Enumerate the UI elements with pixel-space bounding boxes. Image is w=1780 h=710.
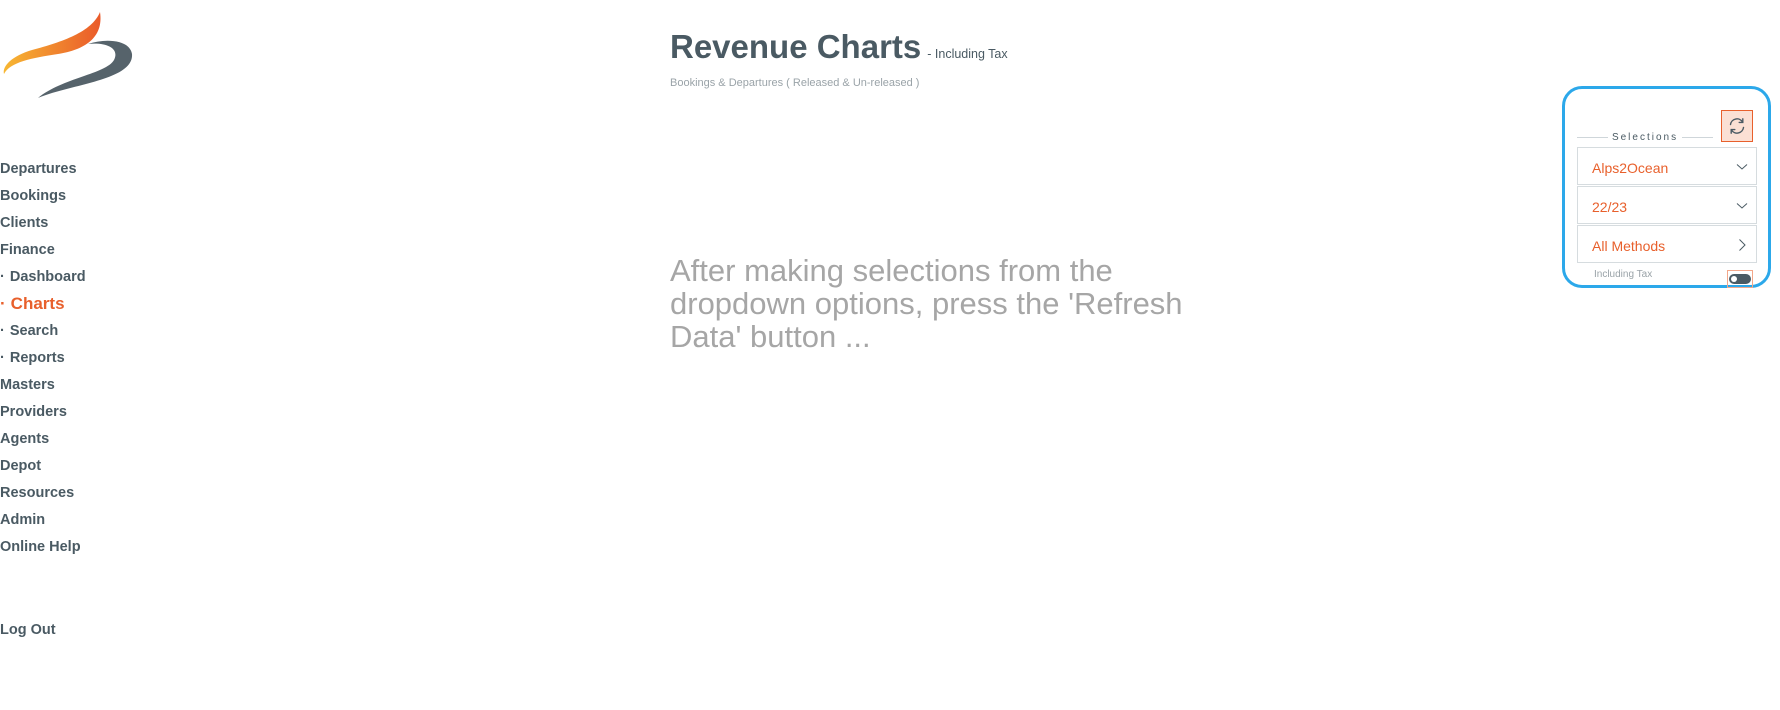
nav-item-reports[interactable]: · Reports xyxy=(0,349,160,376)
nav-item-label: Agents xyxy=(0,431,50,447)
chevron-right-icon xyxy=(1739,239,1746,251)
nav-item-label: Providers xyxy=(0,404,67,420)
period-select-value: 22/23 xyxy=(1592,199,1628,215)
nav-item-label: Depot xyxy=(0,458,42,474)
nav-item-clients[interactable]: Clients xyxy=(0,214,160,241)
nav-item-label: Reports xyxy=(9,350,65,366)
nav-item-dashboard[interactable]: · Dashboard xyxy=(0,268,160,295)
nav-sub-bullet: · xyxy=(0,323,5,339)
main-nav: Departures Bookings Clients Finance · Dashboa… xyxy=(0,160,160,565)
nav-item-label: Charts xyxy=(10,294,65,313)
nav-item-bookings[interactable]: Bookings xyxy=(0,187,160,214)
nav-item-search[interactable]: · Search xyxy=(0,322,160,349)
selections-legend-label: Selections xyxy=(1611,131,1679,143)
refresh-icon xyxy=(1729,118,1745,134)
selections-legend: Selections xyxy=(1577,130,1714,144)
nav-sub-bullet: · xyxy=(0,350,5,366)
nav-item-label: Admin xyxy=(0,512,46,528)
nav-item-label: Online Help xyxy=(0,539,81,555)
nav-item-resources[interactable]: Resources xyxy=(0,484,160,511)
nav-item-admin[interactable]: Admin xyxy=(0,511,160,538)
nav-item-label: Finance xyxy=(0,242,55,258)
nav-sub-bullet: · xyxy=(0,294,6,313)
nav-item-masters[interactable]: Masters xyxy=(0,376,160,403)
including-tax-toggle[interactable] xyxy=(1727,270,1753,288)
nav-item-label: Masters xyxy=(0,377,55,393)
nav-item-online-help[interactable]: Online Help xyxy=(0,538,160,565)
nav-item-providers[interactable]: Providers xyxy=(0,403,160,430)
nav-item-charts[interactable]: · Charts xyxy=(0,295,160,322)
logout-link[interactable]: Log Out xyxy=(0,622,56,638)
including-tax-label: Including Tax xyxy=(1594,269,1653,280)
nav-item-agents[interactable]: Agents xyxy=(0,430,160,457)
company-select[interactable]: Alps2Ocean xyxy=(1577,147,1757,185)
nav-item-label: Departures xyxy=(0,161,77,177)
nav-item-finance[interactable]: Finance xyxy=(0,241,160,268)
period-select[interactable]: 22/23 xyxy=(1577,186,1757,224)
chevron-down-icon xyxy=(1736,203,1748,209)
nav-item-label: Dashboard xyxy=(9,269,86,285)
nav-item-label: Resources xyxy=(0,485,75,501)
chevron-down-icon xyxy=(1736,164,1748,170)
company-logo xyxy=(3,12,133,98)
company-select-value: Alps2Ocean xyxy=(1592,160,1669,176)
page-title: Revenue Charts xyxy=(670,28,922,65)
nav-item-depot[interactable]: Depot xyxy=(0,457,160,484)
refresh-data-button[interactable] xyxy=(1721,110,1753,142)
page-subtitle: Bookings & Departures ( Released & Un-re… xyxy=(670,77,920,89)
toggle-track xyxy=(1729,274,1751,284)
title-suffix: - Including Tax xyxy=(927,47,1008,61)
nav-item-label: Bookings xyxy=(0,188,67,204)
nav-item-departures[interactable]: Departures xyxy=(0,160,160,187)
placeholder-message: After making selections from the dropdow… xyxy=(670,253,1183,354)
nav-item-label: Clients xyxy=(0,215,49,231)
toggle-knob xyxy=(1731,276,1737,282)
nav-item-label: Search xyxy=(9,323,59,339)
page-header: Revenue Charts - Including Tax xyxy=(670,28,1008,66)
selections-panel: Selections Alps2Ocean 22/23 All Methods … xyxy=(1562,86,1771,288)
payment-method-select[interactable]: All Methods xyxy=(1577,225,1757,263)
payment-method-select-value: All Methods xyxy=(1592,238,1666,254)
nav-sub-bullet: · xyxy=(0,269,5,285)
